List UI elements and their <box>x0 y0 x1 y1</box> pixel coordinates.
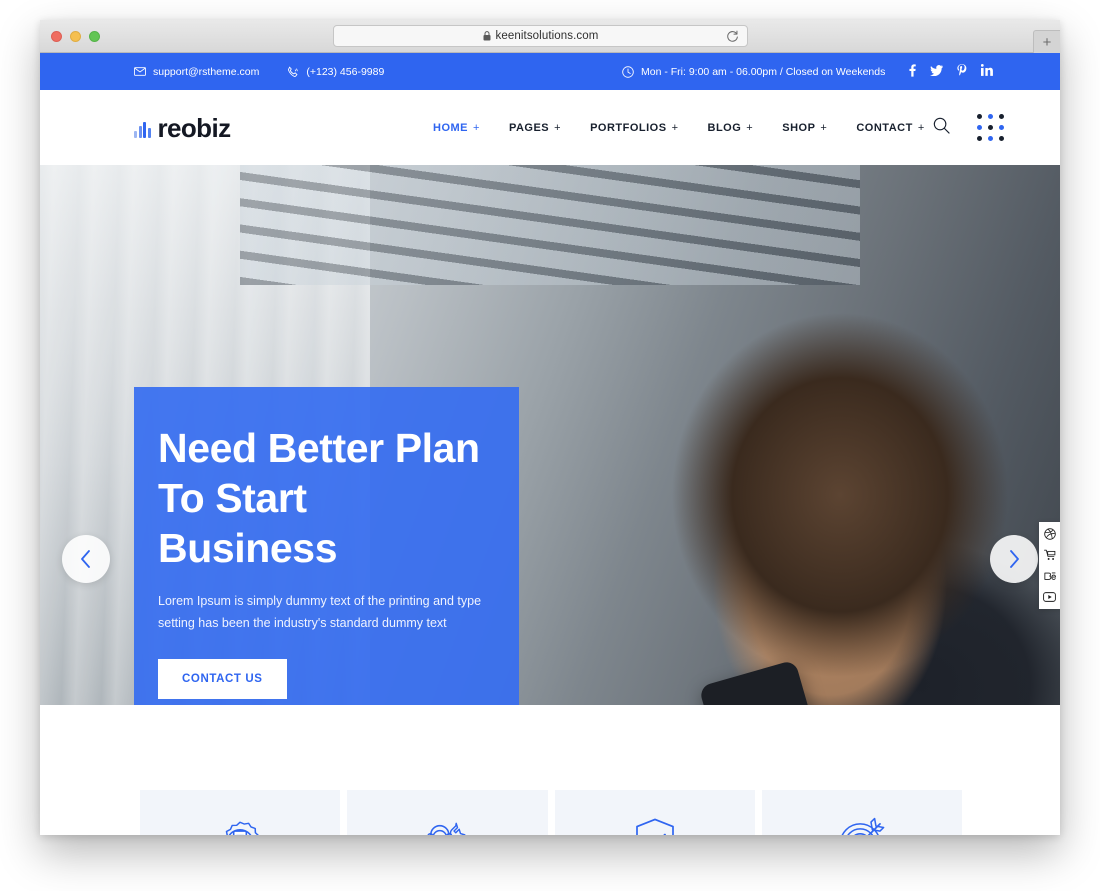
lock-icon <box>483 31 491 41</box>
url-text: keenitsolutions.com <box>495 30 599 42</box>
grid-menu-icon[interactable] <box>977 114 1004 141</box>
hero-description: Lorem Ipsum is simply dummy text of the … <box>158 591 495 635</box>
topbar-phone-text: (+123) 456-9989 <box>306 65 385 78</box>
nav-item-pages-label: PAGES <box>508 121 550 134</box>
chevron-plus-icon: + <box>473 121 480 134</box>
linkedin-icon[interactable] <box>981 64 994 79</box>
nav-item-contact-label: CONTACT <box>856 121 913 134</box>
feature-card-row <box>140 790 962 835</box>
contact-us-button[interactable]: CONTACT US <box>158 658 287 699</box>
hero-slider: Need Better Plan To Start Business Lorem… <box>40 165 1060 705</box>
nav-item-blog[interactable]: BLOG + <box>708 122 754 134</box>
new-tab-button[interactable]: + <box>1033 30 1060 53</box>
reload-icon[interactable] <box>726 30 739 43</box>
feature-card[interactable] <box>554 790 755 835</box>
topbar-contact-group: support@rstheme.com (+123) 456-9989 <box>134 66 384 78</box>
envelope-icon <box>134 67 146 76</box>
nav-item-blog-label: BLOG <box>707 121 742 134</box>
topbar-email-text: support@rstheme.com <box>153 65 260 78</box>
nav-item-shop-label: SHOP <box>782 121 816 134</box>
chevron-plus-icon: + <box>554 121 562 134</box>
dribbble-icon[interactable] <box>1042 527 1058 541</box>
topbar-social-links <box>909 63 994 80</box>
minimize-button[interactable] <box>70 31 81 42</box>
nav-item-home-label: HOME <box>433 121 468 134</box>
topbar-phone[interactable]: (+123) 456-9989 <box>287 66 384 78</box>
site-logo[interactable]: reobiz <box>134 112 232 143</box>
close-button[interactable] <box>51 31 62 42</box>
hero-title-line1: Need Better Plan <box>158 425 480 471</box>
maximize-button[interactable] <box>89 31 100 42</box>
browser-window: keenitsolutions.com + support@rstheme.co… <box>40 20 1060 835</box>
site-header: reobiz HOME + PAGES + PORTFOLIOS + BLOG … <box>40 90 1060 165</box>
hero-description-line2: setting has been the industry's standard… <box>158 615 447 630</box>
site-logo-text: reobiz <box>157 112 232 143</box>
nav-item-portfolios[interactable]: PORTFOLIOS + <box>590 122 678 134</box>
floating-social-strip <box>1039 522 1060 609</box>
top-info-bar: support@rstheme.com (+123) 456-9989 Mon … <box>40 53 1060 90</box>
shield-check-icon <box>635 818 674 835</box>
hero-title: Need Better Plan To Start Business <box>158 423 495 573</box>
chevron-plus-icon: + <box>671 121 679 134</box>
chevron-left-icon <box>81 550 90 568</box>
feature-card[interactable] <box>140 790 341 835</box>
hero-description-line1: Lorem Ipsum is simply dummy text of the … <box>158 594 482 609</box>
chevron-plus-icon: + <box>820 121 828 134</box>
support-wrench-icon <box>427 822 466 835</box>
youtube-icon[interactable] <box>1042 590 1058 604</box>
header-tools <box>933 114 1004 141</box>
topbar-hours-group: Mon - Fri: 9:00 am - 06.00pm / Closed on… <box>622 63 994 80</box>
target-dart-icon <box>841 817 885 835</box>
nav-item-portfolios-label: PORTFOLIOS <box>590 121 667 134</box>
pinterest-icon[interactable] <box>957 63 967 80</box>
shopping-cart-icon[interactable] <box>1042 548 1058 562</box>
hero-content-card: Need Better Plan To Start Business Lorem… <box>134 387 519 705</box>
clock-icon <box>622 65 634 78</box>
chevron-right-icon <box>1010 550 1019 568</box>
feature-card[interactable] <box>761 790 962 835</box>
nav-item-contact[interactable]: CONTACT + <box>856 122 924 134</box>
behance-icon[interactable] <box>1042 569 1058 583</box>
facebook-icon[interactable] <box>909 63 917 80</box>
topbar-email[interactable]: support@rstheme.com <box>134 66 259 78</box>
main-navigation: HOME + PAGES + PORTFOLIOS + BLOG + SHOP <box>433 122 925 134</box>
features-section <box>40 705 1060 835</box>
nav-item-home[interactable]: HOME + <box>433 122 480 134</box>
twitter-icon[interactable] <box>930 64 944 79</box>
page-viewport: support@rstheme.com (+123) 456-9989 Mon … <box>40 53 1060 835</box>
window-controls <box>51 31 100 42</box>
nav-item-pages[interactable]: PAGES + <box>509 122 561 134</box>
hero-title-line2: To Start Business <box>158 475 338 572</box>
gear-document-icon <box>225 821 260 835</box>
slider-next-button[interactable] <box>990 535 1038 583</box>
feature-card[interactable] <box>347 790 548 835</box>
address-bar[interactable]: keenitsolutions.com <box>333 25 748 47</box>
slider-prev-button[interactable] <box>62 535 110 583</box>
search-icon[interactable] <box>933 117 950 139</box>
phone-icon <box>288 65 299 77</box>
browser-titlebar: keenitsolutions.com + <box>40 20 1060 53</box>
nav-item-shop[interactable]: SHOP + <box>782 122 827 134</box>
topbar-hours: Mon - Fri: 9:00 am - 06.00pm / Closed on… <box>622 66 885 78</box>
topbar-hours-text: Mon - Fri: 9:00 am - 06.00pm / Closed on… <box>641 65 886 78</box>
bar-chart-logo-icon <box>134 120 151 138</box>
chevron-plus-icon: + <box>746 121 754 134</box>
chevron-plus-icon: + <box>917 121 925 134</box>
